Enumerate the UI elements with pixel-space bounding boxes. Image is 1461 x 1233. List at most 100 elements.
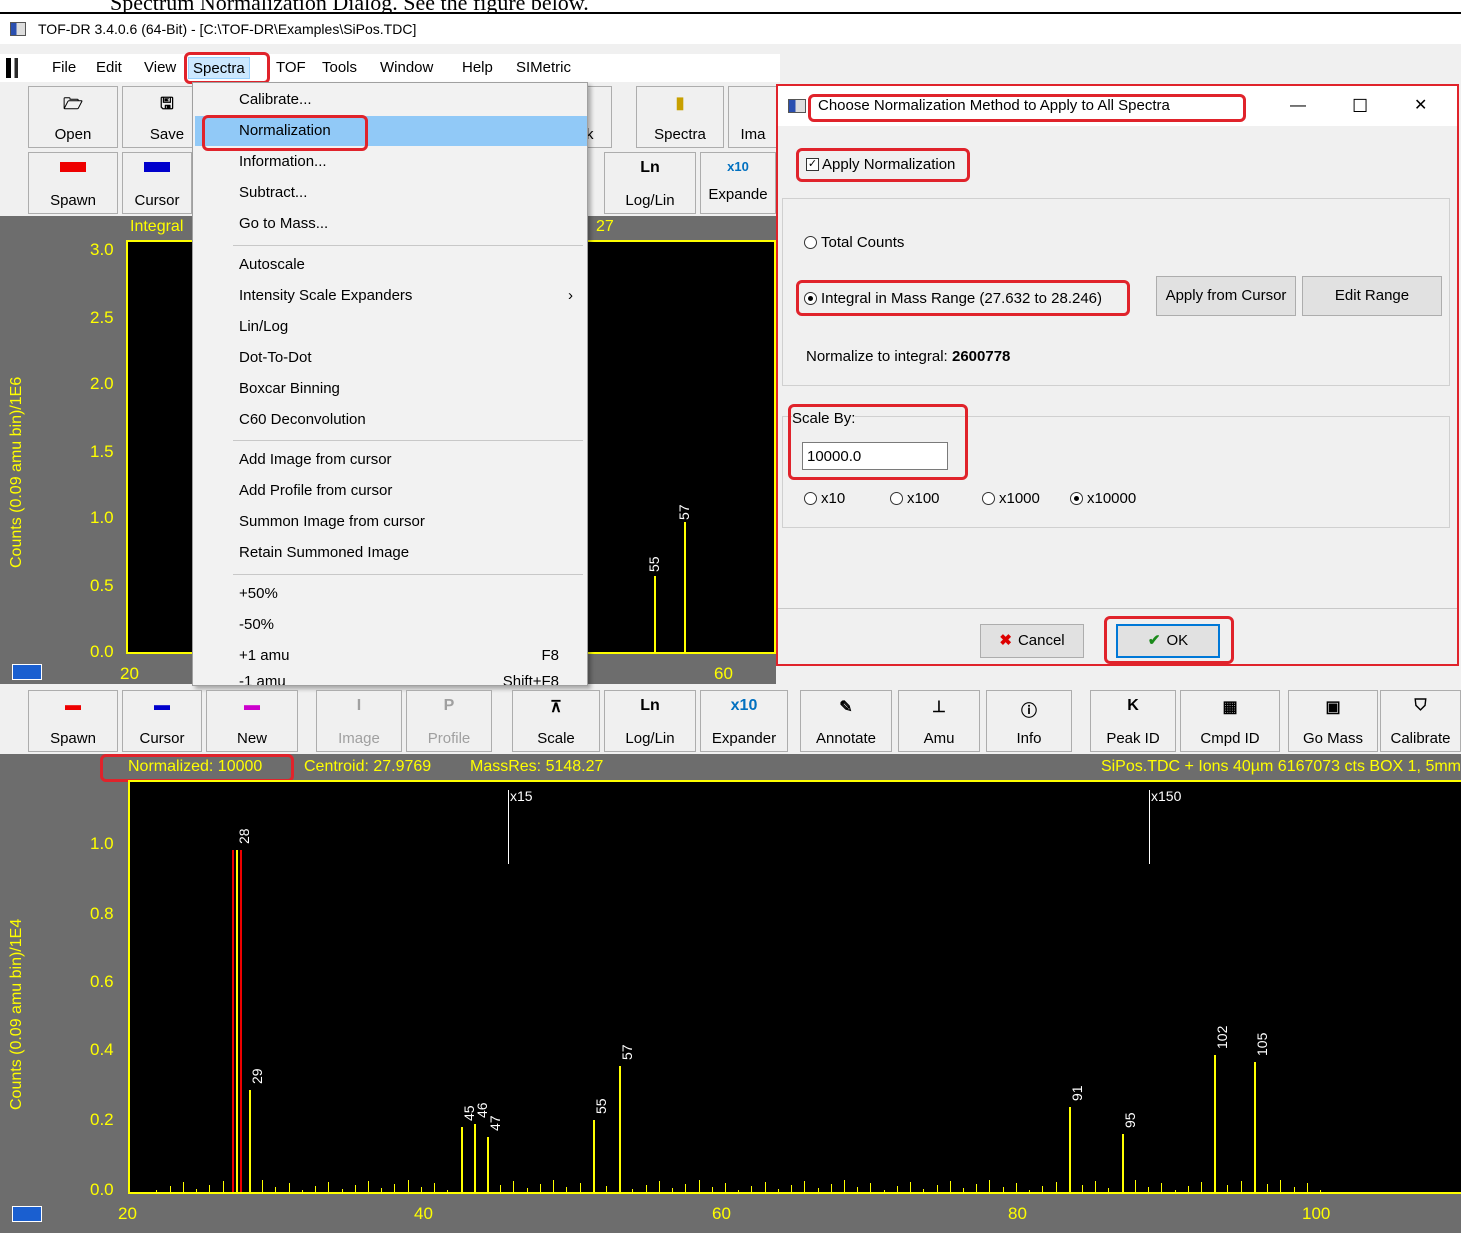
total-counts-radio[interactable]: Total Counts [804,234,904,251]
ruler-icon[interactable] [12,664,42,680]
spectra-button[interactable]: ▮ Spectra [636,86,724,148]
app-icon [10,22,26,36]
amu-button[interactable]: ⊥ Amu [898,690,980,752]
noise-peak [751,1186,753,1192]
menu-item-calibrate[interactable]: Calibrate... [239,86,312,114]
menu-item-retain-summoned[interactable]: Retain Summoned Image [239,539,409,567]
edit-range-button[interactable]: Edit Range [1302,276,1442,316]
scale-x10-radio[interactable]: x10 [804,490,845,507]
image-button[interactable]: I Image [316,690,402,752]
cmpd-id-button[interactable]: ▦ Cmpd ID [1180,690,1280,752]
scale-icon: ⊼ [550,699,562,716]
menu-item-dot-to-dot[interactable]: Dot-To-Dot [239,344,312,372]
top-y-axis-label: Counts (0.09 amu bin)/1E6 [8,376,25,568]
menu-item-plus50[interactable]: +50% [239,580,278,608]
peak-bar [1253,1062,1256,1192]
noise-peak [606,1186,607,1192]
noise-peak [566,1187,568,1192]
menu-item-boxcar-binning[interactable]: Boxcar Binning [239,375,340,403]
noise-peak [1029,1190,1031,1192]
spawn-button[interactable]: ▬ Spawn [28,690,118,752]
noise-peak [354,1185,356,1192]
menu-item-summon-image[interactable]: Summon Image from cursor [239,508,425,536]
menu-item-normalization[interactable]: Normalization [239,117,331,145]
spawn-button-top[interactable]: Spawn [28,152,118,214]
menu-item-autoscale[interactable]: Autoscale [239,251,305,279]
profile-button[interactable]: P Profile [406,690,492,752]
scale-x100-radio[interactable]: x100 [890,490,940,507]
cursor-button[interactable]: ▬ Cursor [122,690,202,752]
scale-button[interactable]: ⊼ Scale [512,690,600,752]
expander-button[interactable]: x10 Expander [700,690,788,752]
noise-peak [777,1189,779,1192]
menu-item-add-image[interactable]: Add Image from cursor [239,446,392,474]
menu-item-linlog[interactable]: Lin/Log [239,313,288,341]
menu-file[interactable]: File [48,57,80,79]
go-mass-button[interactable]: ▣ Go Mass [1288,690,1378,752]
scale-x10000-radio[interactable]: x10000 [1070,490,1136,507]
info-button[interactable]: ⓘ Info [986,690,1072,752]
menu-help[interactable]: Help [458,57,497,79]
noise-peak [1201,1182,1202,1192]
ok-button[interactable]: ✔ OK [1116,624,1220,658]
menu-simetric[interactable]: SIMetric [512,57,575,79]
peak-label: 95 [1121,1112,1138,1128]
scale-by-input[interactable] [802,442,948,470]
cursor-button-top[interactable]: Cursor [122,152,192,214]
image-button[interactable]: Ima [728,86,778,148]
integral-range-radio[interactable]: Integral in Mass Range (27.632 to 28.246… [804,290,1102,307]
menubar-app-icon[interactable] [6,58,40,78]
peak-label: 105 [1253,1032,1270,1057]
menu-item-plus1amu[interactable]: +1 amu [239,642,289,670]
noise-peak [513,1181,515,1192]
apply-from-cursor-button[interactable]: Apply from Cursor [1156,276,1296,316]
menu-tof[interactable]: TOF [272,57,310,79]
loglin-button-top[interactable]: Ln Log/Lin [604,152,696,214]
peak-bar [487,1137,489,1192]
dialog-titlebar: Choose Normalization Method to Apply to … [778,86,1457,126]
menu-spectra[interactable]: Spectra [188,57,250,79]
menu-item-minus1amu[interactable]: -1 amu [239,671,286,685]
noise-peak [526,1188,528,1192]
scale-x1000-radio[interactable]: x1000 [982,490,1040,507]
menu-separator [233,440,583,441]
apply-normalization-checkbox[interactable]: ✓ Apply Normalization [806,156,955,173]
menu-item-c60-deconvolution[interactable]: C60 Deconvolution [239,406,366,434]
calibrate-button[interactable]: ⛉ Calibrate [1380,690,1461,752]
noise-peak [394,1184,396,1192]
menu-edit[interactable]: Edit [92,57,126,79]
peak-id-icon: K [1127,697,1139,714]
new-button[interactable]: ▬ New [206,690,298,752]
menu-view[interactable]: View [140,57,180,79]
bottom-ytick: 1.0 [90,834,114,853]
annotate-button[interactable]: ✎ Annotate [800,690,892,752]
noise-peak [288,1183,290,1192]
peak-label: 55 [592,1098,609,1115]
menu-item-minus50[interactable]: -50% [239,611,274,639]
loglin-button[interactable]: Ln Log/Lin [604,690,696,752]
top-peak [654,576,656,652]
expander-marker [508,790,509,864]
open-button[interactable]: 🗁 Open [28,86,118,148]
menu-tools[interactable]: Tools [318,57,361,79]
expander-button-top[interactable]: x10 Expande [700,152,776,214]
noise-peak [963,1188,964,1192]
ruler-icon[interactable] [12,1206,42,1222]
expander-icon: x10 [727,159,749,174]
menu-window[interactable]: Window [376,57,437,79]
expander-x150-label: x150 [1151,788,1182,804]
minimize-icon[interactable]: — [1290,86,1306,126]
noise-peak [1148,1187,1150,1192]
close-icon[interactable]: ✕ [1414,86,1427,126]
menu-item-go-to-mass[interactable]: Go to Mass... [239,210,328,238]
menu-item-subtract[interactable]: Subtract... [239,179,307,207]
submenu-arrow-icon: › [568,287,573,304]
menu-item-information[interactable]: Information... [239,148,327,176]
menu-item-add-profile[interactable]: Add Profile from cursor [239,477,392,505]
bottom-plot[interactable]: x15 x150 28 29 45 46 47 55 57 91 95 102 105 [128,780,1461,1194]
peak-id-button[interactable]: K Peak ID [1090,690,1176,752]
ok-check-icon: ✔ [1147,632,1161,649]
menu-item-intensity-scale-expanders[interactable]: Intensity Scale Expanders [239,282,412,310]
maximize-icon[interactable]: ☐ [1352,86,1368,126]
cancel-button[interactable]: ✖ Cancel [980,624,1084,658]
